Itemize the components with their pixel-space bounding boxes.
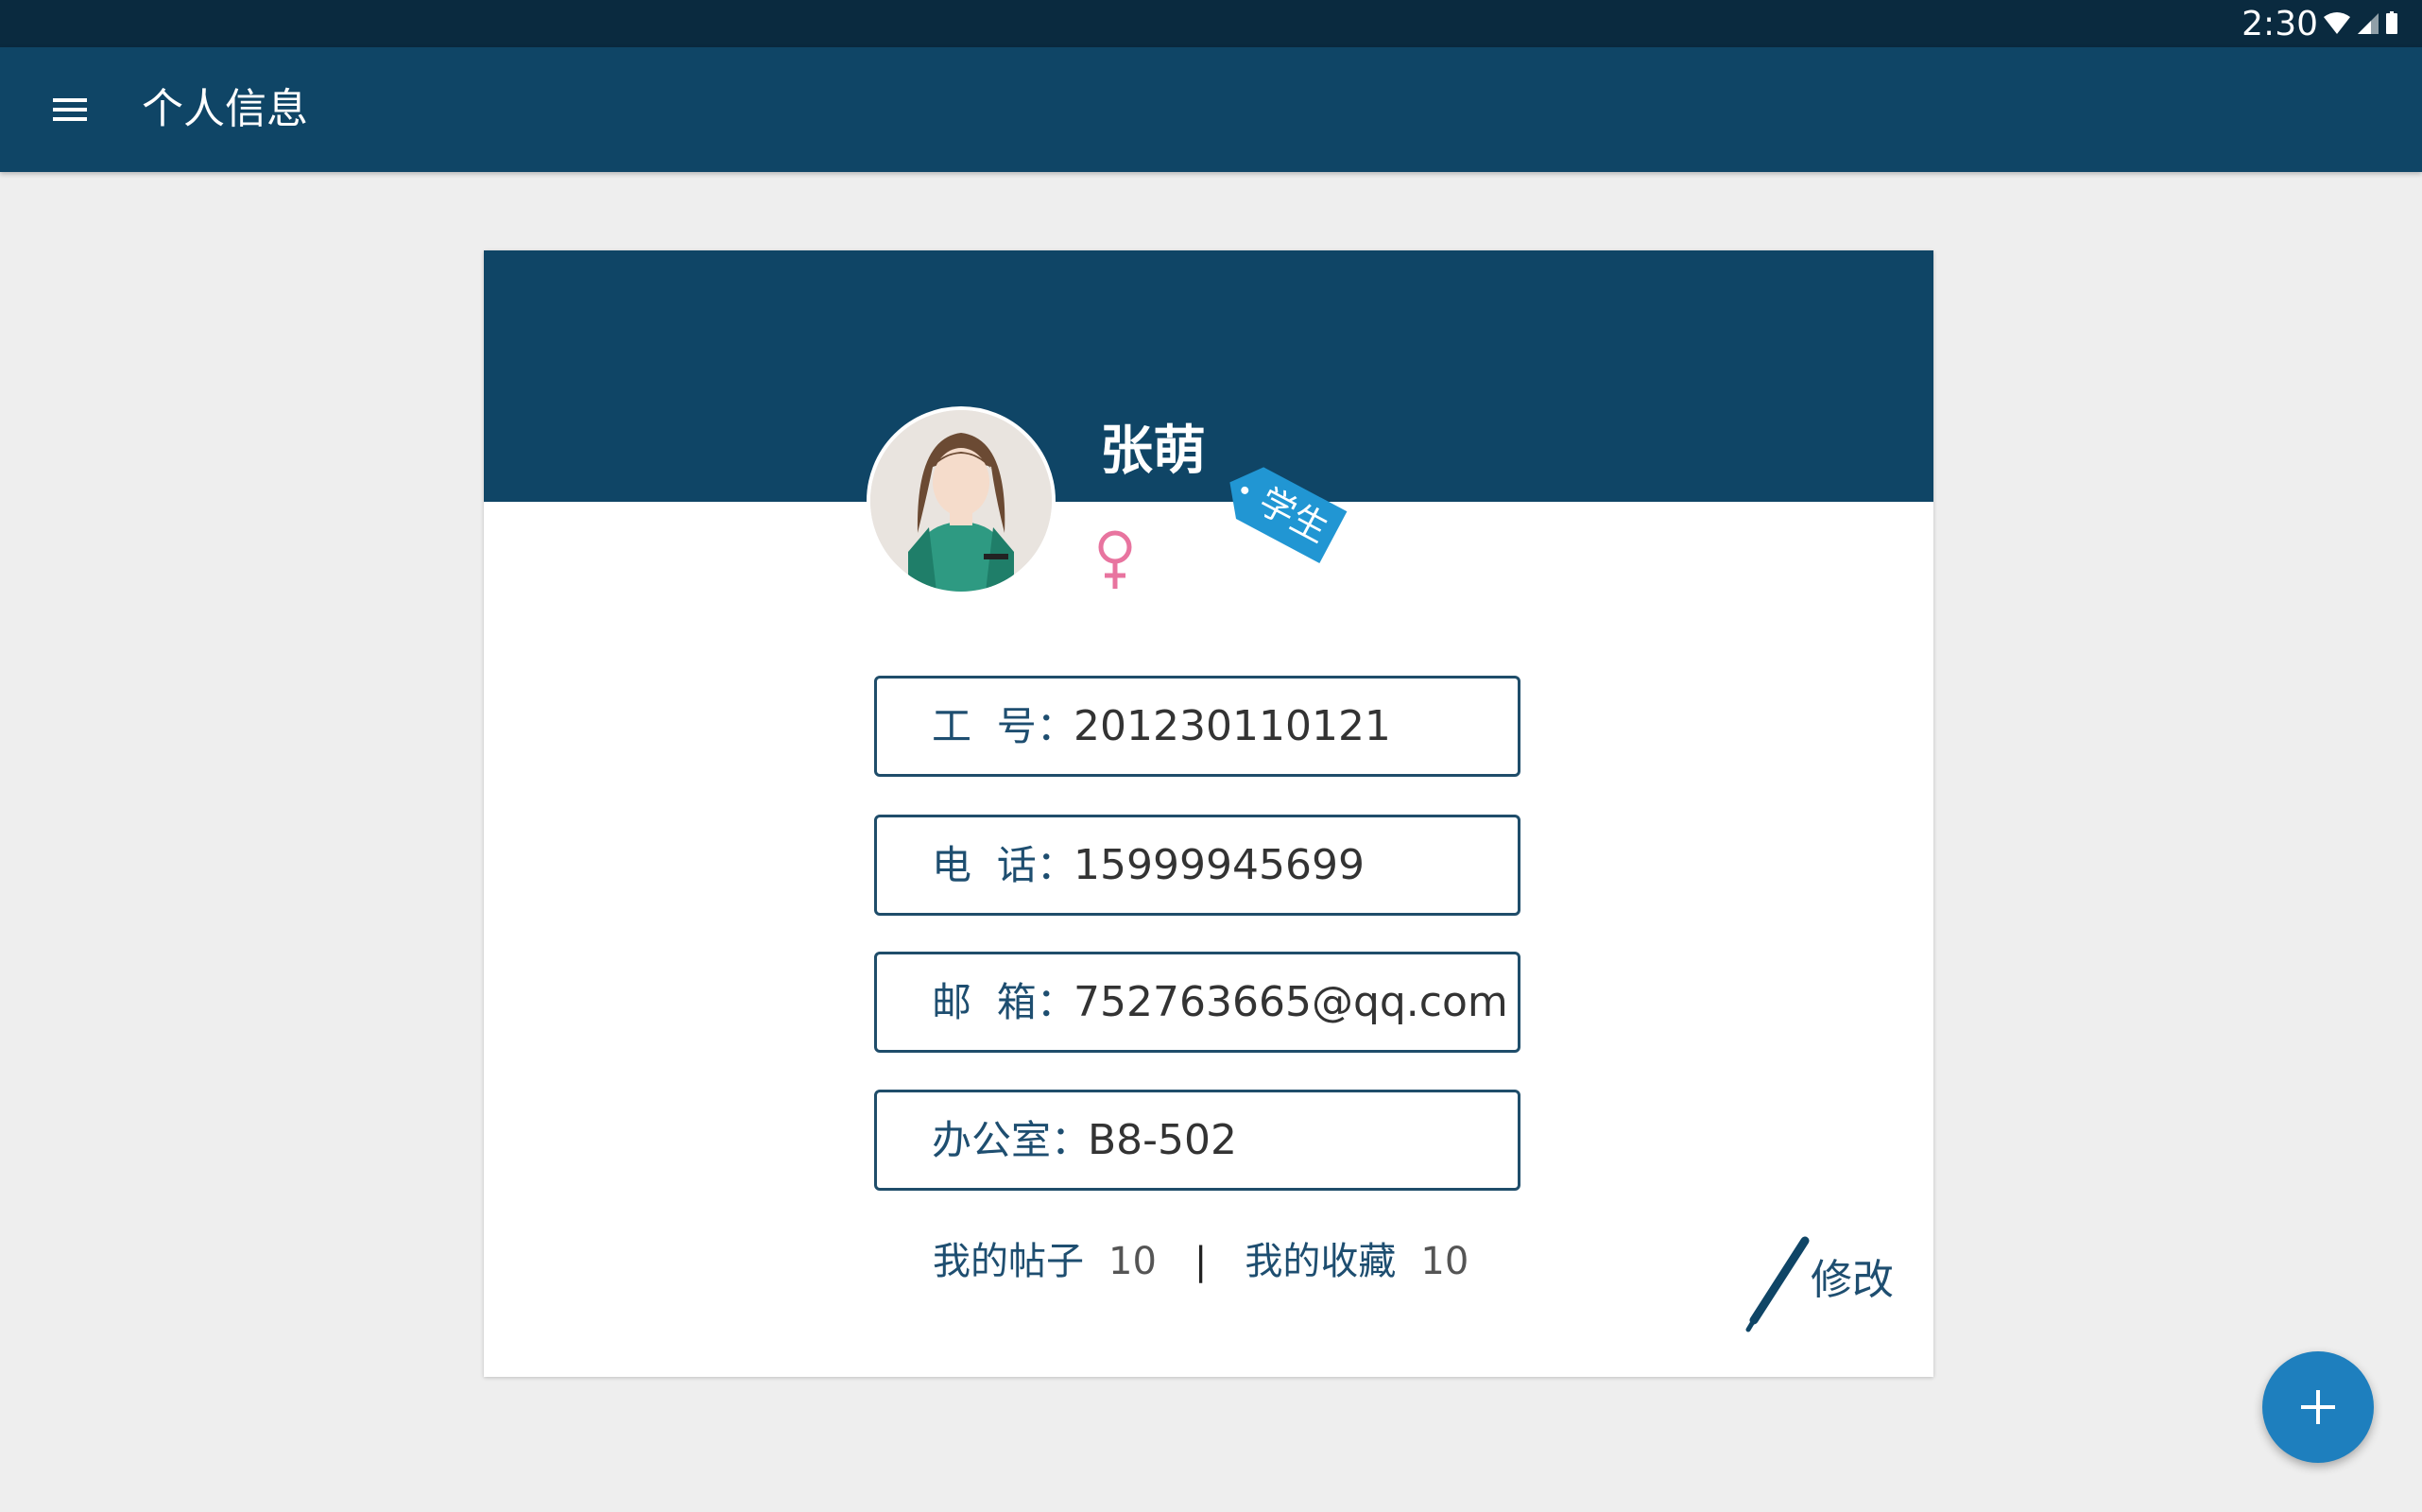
my-favorites-link[interactable]: 我的收藏 [1245, 1240, 1396, 1283]
profile-card: 张萌 学生 工 号： 201230110121 电 话： 15999945699… [484, 250, 1933, 1377]
my-posts-count: 10 [1108, 1240, 1157, 1283]
status-icons [2322, 9, 2409, 38]
field-value: 201230110121 [1074, 702, 1391, 750]
status-time: 2:30 [2242, 5, 2318, 43]
app-bar: 个人信息 [0, 47, 2422, 172]
my-favorites-count: 10 [1420, 1240, 1469, 1283]
status-bar: 2:30 [0, 0, 2422, 47]
add-fab-button[interactable] [2262, 1351, 2374, 1463]
stats-row: 我的帖子 10 | 我的收藏 10 [933, 1228, 1469, 1295]
plus-icon [2301, 1390, 2335, 1424]
edit-label: 修改 [1811, 1256, 1894, 1304]
pen-icon [1745, 1236, 1810, 1332]
menu-button[interactable] [36, 81, 104, 138]
field-label: 邮 箱： [932, 979, 1076, 1025]
signal-icon [2358, 13, 2379, 34]
avatar[interactable] [867, 406, 1056, 595]
stats-separator: | [1194, 1240, 1208, 1283]
user-name: 张萌 [1100, 421, 1206, 482]
field-value: B8-502 [1088, 1116, 1238, 1164]
field-value: 15999945699 [1074, 841, 1365, 889]
female-symbol-icon [1089, 523, 1142, 598]
page-title: 个人信息 [142, 85, 308, 133]
field-label: 电 话： [932, 842, 1076, 888]
field-value: 752763665@qq.com [1074, 978, 1508, 1026]
wifi-icon [2324, 12, 2350, 34]
battery-icon [2386, 11, 2397, 34]
edit-button[interactable]: 修改 [1741, 1233, 1911, 1337]
field-phone: 电 话： 15999945699 [874, 815, 1520, 916]
my-posts-link[interactable]: 我的帖子 [933, 1240, 1084, 1283]
field-employee-id: 工 号： 201230110121 [874, 676, 1520, 777]
field-label: 办公室： [932, 1117, 1091, 1163]
field-email: 邮 箱： 752763665@qq.com [874, 952, 1520, 1053]
avatar-image [870, 410, 1052, 592]
menu-icon [53, 98, 87, 121]
card-header [484, 250, 1933, 502]
field-office: 办公室： B8-502 [874, 1090, 1520, 1191]
field-label: 工 号： [932, 703, 1076, 749]
